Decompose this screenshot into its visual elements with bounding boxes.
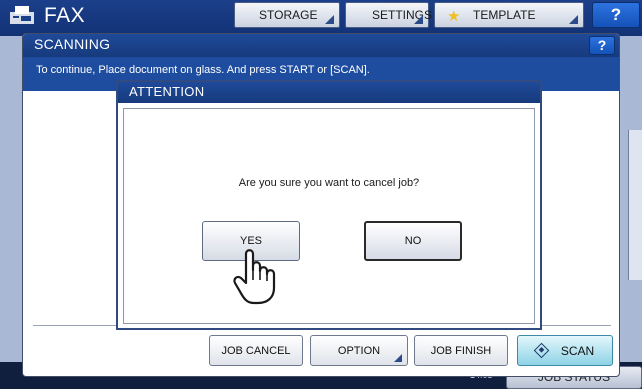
attention-body: Are you sure you want to cancel job? YES… — [123, 108, 535, 324]
start-diamond-icon — [533, 342, 550, 359]
scanning-title: SCANNING — [34, 36, 111, 52]
scan-label: SCAN — [560, 343, 595, 358]
tab-template-label: TEMPLATE — [473, 8, 536, 22]
attention-title: ATTENTION — [129, 84, 205, 99]
app-title: FAX — [44, 4, 86, 27]
tab-arrow-icon — [325, 15, 334, 24]
confirm-message: Are you sure you want to cancel job? — [238, 177, 420, 189]
instruction-message: To continue, Place document on glass. An… — [36, 64, 370, 76]
option-arrow-icon — [394, 354, 402, 362]
option-button[interactable]: OPTION — [310, 335, 408, 366]
scanning-title-bar: SCANNING ? — [23, 34, 619, 57]
option-label: OPTION — [337, 344, 381, 357]
background-side-tab — [628, 130, 642, 280]
tab-template[interactable]: ★ TEMPLATE — [434, 2, 584, 28]
star-icon: ★ — [447, 8, 461, 25]
tab-settings-label: SETTINGS — [372, 8, 433, 22]
attention-dialog: ATTENTION Are you sure you want to cance… — [116, 80, 542, 330]
job-finish-button[interactable]: JOB FINISH — [414, 335, 508, 366]
job-cancel-button[interactable]: JOB CANCEL — [209, 335, 303, 366]
no-button[interactable]: NO — [364, 221, 462, 261]
tab-storage[interactable]: STORAGE — [234, 2, 340, 28]
attention-title-bar: ATTENTION — [118, 82, 540, 103]
tab-settings[interactable]: SETTINGS — [345, 2, 433, 28]
app-header: FAX STORAGE SETTINGS ★ TEMPLATE ? — [0, 0, 642, 36]
tab-arrow-icon — [569, 15, 578, 24]
scan-button[interactable]: SCAN — [517, 335, 613, 366]
hand-pointer-icon — [233, 249, 276, 305]
tab-storage-label: STORAGE — [259, 8, 318, 22]
help-button[interactable]: ? — [592, 2, 640, 28]
fax-machine-icon — [10, 6, 34, 24]
scanning-help-button[interactable]: ? — [589, 36, 615, 55]
